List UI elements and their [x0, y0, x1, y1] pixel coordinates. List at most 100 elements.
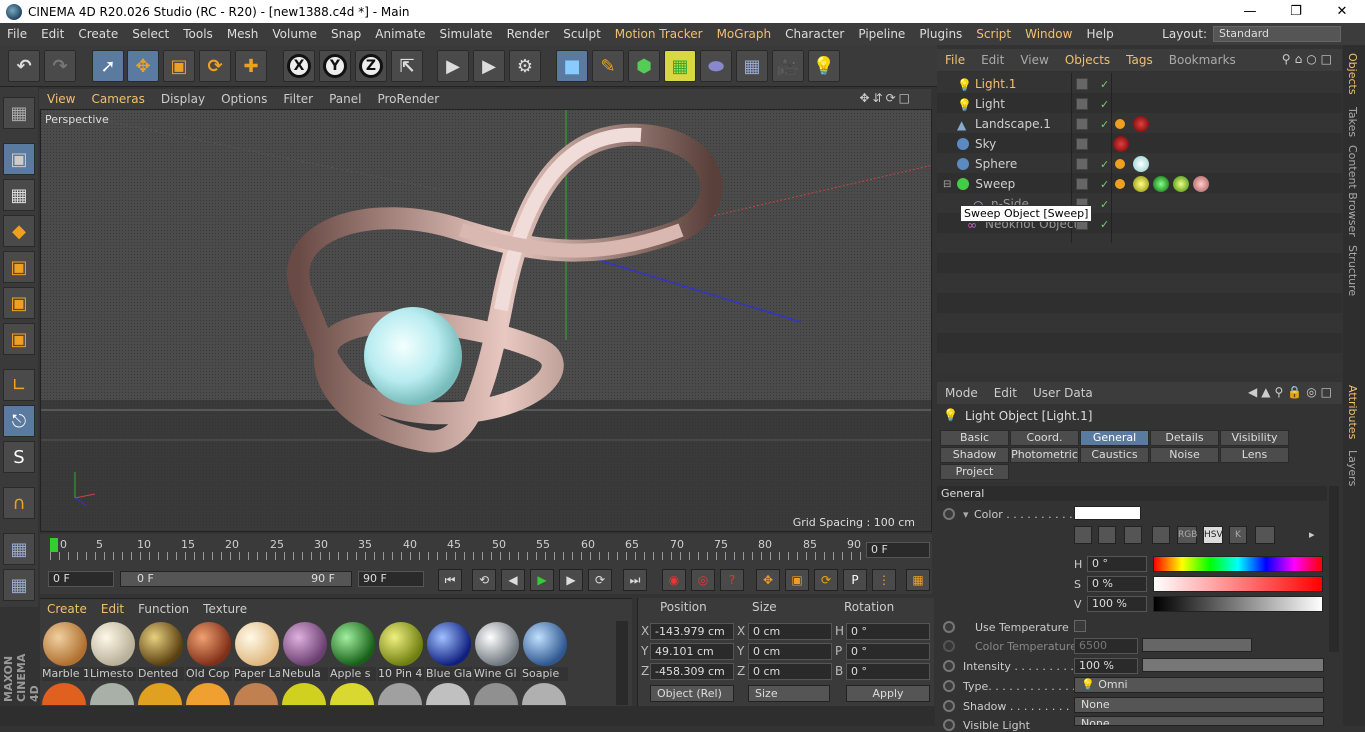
- attr-scrollbar[interactable]: [1329, 486, 1339, 652]
- keyframe-selection-icon[interactable]: ?: [720, 569, 744, 591]
- v-field[interactable]: 100 %: [1087, 596, 1147, 612]
- use-temperature-radio[interactable]: [943, 621, 955, 633]
- pos-x-field[interactable]: -143.979 cm: [650, 623, 734, 640]
- floor-object-icon[interactable]: ▦: [736, 50, 768, 82]
- frame-range-slider[interactable]: 0 F 90 F: [120, 571, 352, 587]
- type-radio[interactable]: [943, 680, 955, 692]
- menu-select[interactable]: Select: [125, 27, 176, 41]
- tab-layers[interactable]: Layers: [1346, 450, 1359, 486]
- rotate-tool-icon[interactable]: ⟳: [199, 50, 231, 82]
- intensity-slider[interactable]: [1142, 658, 1324, 672]
- rot-p-field[interactable]: 0 °: [846, 643, 930, 660]
- tab-basic[interactable]: Basic: [940, 430, 1009, 446]
- cube-primitive-icon[interactable]: ■: [556, 50, 588, 82]
- material-limestone[interactable]: Limesto: [90, 621, 136, 681]
- workplane-icon[interactable]: ▦: [3, 533, 35, 565]
- play-icon[interactable]: ▶: [530, 569, 554, 591]
- use-temperature-checkbox[interactable]: [1074, 620, 1086, 632]
- tab-attributes[interactable]: Attributes: [1346, 385, 1359, 439]
- color-temperature-radio[interactable]: [943, 640, 955, 652]
- color-temperature-field[interactable]: 6500: [1074, 638, 1138, 654]
- material-paper-lamp[interactable]: Paper La: [234, 621, 280, 681]
- timeline-window-icon[interactable]: ▦: [906, 569, 930, 591]
- tab-shadow[interactable]: Shadow: [940, 447, 1009, 463]
- viewport-menu-cameras[interactable]: Cameras: [83, 92, 152, 106]
- material-nebula[interactable]: Nebula: [282, 621, 328, 681]
- apply-button[interactable]: Apply: [846, 685, 930, 702]
- light-bulb-icon[interactable]: 💡: [808, 50, 840, 82]
- viewport-nav-icons[interactable]: ✥⇵⟳□: [859, 91, 913, 105]
- viewport-menu-panel[interactable]: Panel: [321, 92, 369, 106]
- next-key-icon[interactable]: ⟳: [588, 569, 612, 591]
- objects-menu-view[interactable]: View: [1012, 53, 1056, 67]
- menu-character[interactable]: Character: [778, 27, 851, 41]
- tab-noise[interactable]: Noise: [1150, 447, 1219, 463]
- material-old-copper[interactable]: Old Cop: [186, 621, 232, 681]
- objects-menu-edit[interactable]: Edit: [973, 53, 1012, 67]
- subdivision-surface-icon[interactable]: ⬢: [628, 50, 660, 82]
- visible-light-radio[interactable]: [943, 719, 955, 731]
- tab-lens[interactable]: Lens: [1220, 447, 1289, 463]
- color-swatch[interactable]: [1074, 506, 1141, 520]
- hue-slider[interactable]: [1153, 556, 1323, 572]
- solo-mode-icon[interactable]: S: [3, 441, 35, 473]
- coordinate-mode-dropdown[interactable]: Object (Rel): [650, 685, 734, 702]
- color-mixer-icon[interactable]: [1255, 526, 1275, 544]
- expand-arrow-icon[interactable]: ▸: [1309, 528, 1315, 541]
- material-blue-glass[interactable]: Blue Gla: [426, 621, 472, 681]
- value-slider[interactable]: [1153, 596, 1323, 612]
- model-mode-icon[interactable]: ▣: [3, 143, 35, 175]
- layout-select[interactable]: Standard: [1213, 26, 1341, 42]
- material-apple-seed[interactable]: Apple s: [330, 621, 376, 681]
- tab-caustics[interactable]: Caustics: [1080, 447, 1149, 463]
- tweak-mode-icon[interactable]: ⎋: [3, 405, 35, 437]
- color-keyframe-radio[interactable]: [943, 508, 955, 520]
- object-row-light1[interactable]: 💡 Light.1 ✓: [937, 74, 1342, 94]
- coordinate-system-icon[interactable]: ⇱: [391, 50, 423, 82]
- material-soapie[interactable]: Soapie: [522, 621, 568, 681]
- color-picker-icon[interactable]: [1124, 526, 1142, 544]
- deformer-icon[interactable]: ⬬: [700, 50, 732, 82]
- points-mode-icon[interactable]: ▣: [3, 251, 35, 283]
- objects-menu-file[interactable]: File: [937, 53, 973, 67]
- viewport-menu-options[interactable]: Options: [213, 92, 275, 106]
- menu-tools[interactable]: Tools: [176, 27, 220, 41]
- timeline-ruler[interactable]: 0 5 10 15 20 25 30 35 40 45 50 55 60 65 …: [40, 534, 932, 566]
- locked-workplane-icon[interactable]: ▦: [3, 569, 35, 601]
- size-x-field[interactable]: 0 cm: [748, 623, 832, 640]
- rot-b-field[interactable]: 0 °: [846, 663, 930, 680]
- polygons-mode-icon[interactable]: ▣: [3, 323, 35, 355]
- color-expand-icon[interactable]: ▾: [963, 508, 969, 521]
- viewport-menu-prorender[interactable]: ProRender: [369, 92, 447, 106]
- tab-details[interactable]: Details: [1150, 430, 1219, 446]
- tab-takes[interactable]: Takes: [1346, 107, 1359, 137]
- viewport-menu-display[interactable]: Display: [153, 92, 213, 106]
- current-frame-field[interactable]: 0 F: [866, 542, 930, 558]
- start-frame-field[interactable]: 0 F: [48, 571, 114, 587]
- material-10-pin[interactable]: 10 Pin 4: [378, 621, 424, 681]
- menu-help[interactable]: Help: [1079, 27, 1120, 41]
- goto-start-icon[interactable]: ⏮: [438, 569, 462, 591]
- tab-photometric[interactable]: Photometric: [1010, 447, 1079, 463]
- material-scrollbar[interactable]: [616, 621, 628, 705]
- redo-icon[interactable]: ↷: [44, 50, 76, 82]
- x-axis-lock-icon[interactable]: X: [283, 50, 315, 82]
- objects-menu-bookmarks[interactable]: Bookmarks: [1161, 53, 1244, 67]
- object-row-landscape1[interactable]: ▲ Landscape.1 ✓: [937, 114, 1342, 134]
- material-menu-create[interactable]: Create: [40, 602, 94, 616]
- menu-file[interactable]: File: [0, 27, 34, 41]
- menu-render[interactable]: Render: [500, 27, 557, 41]
- size-z-field[interactable]: 0 cm: [748, 663, 832, 680]
- array-generator-icon[interactable]: ▦: [664, 50, 696, 82]
- attr-menu-user-data[interactable]: User Data: [1025, 386, 1101, 400]
- h-field[interactable]: 0 °: [1087, 556, 1147, 572]
- render-picture-viewer-icon[interactable]: ▶: [473, 50, 505, 82]
- menu-volume[interactable]: Volume: [265, 27, 324, 41]
- menu-motion-tracker[interactable]: Motion Tracker: [608, 27, 710, 41]
- material-menu-edit[interactable]: Edit: [94, 602, 131, 616]
- menu-script[interactable]: Script: [969, 27, 1018, 41]
- object-row-sweep[interactable]: ⊟ Sweep ✓: [937, 174, 1342, 194]
- visible-light-dropdown[interactable]: None: [1074, 716, 1324, 726]
- z-axis-lock-icon[interactable]: Z: [355, 50, 387, 82]
- record-keys-icon[interactable]: ◉: [662, 569, 686, 591]
